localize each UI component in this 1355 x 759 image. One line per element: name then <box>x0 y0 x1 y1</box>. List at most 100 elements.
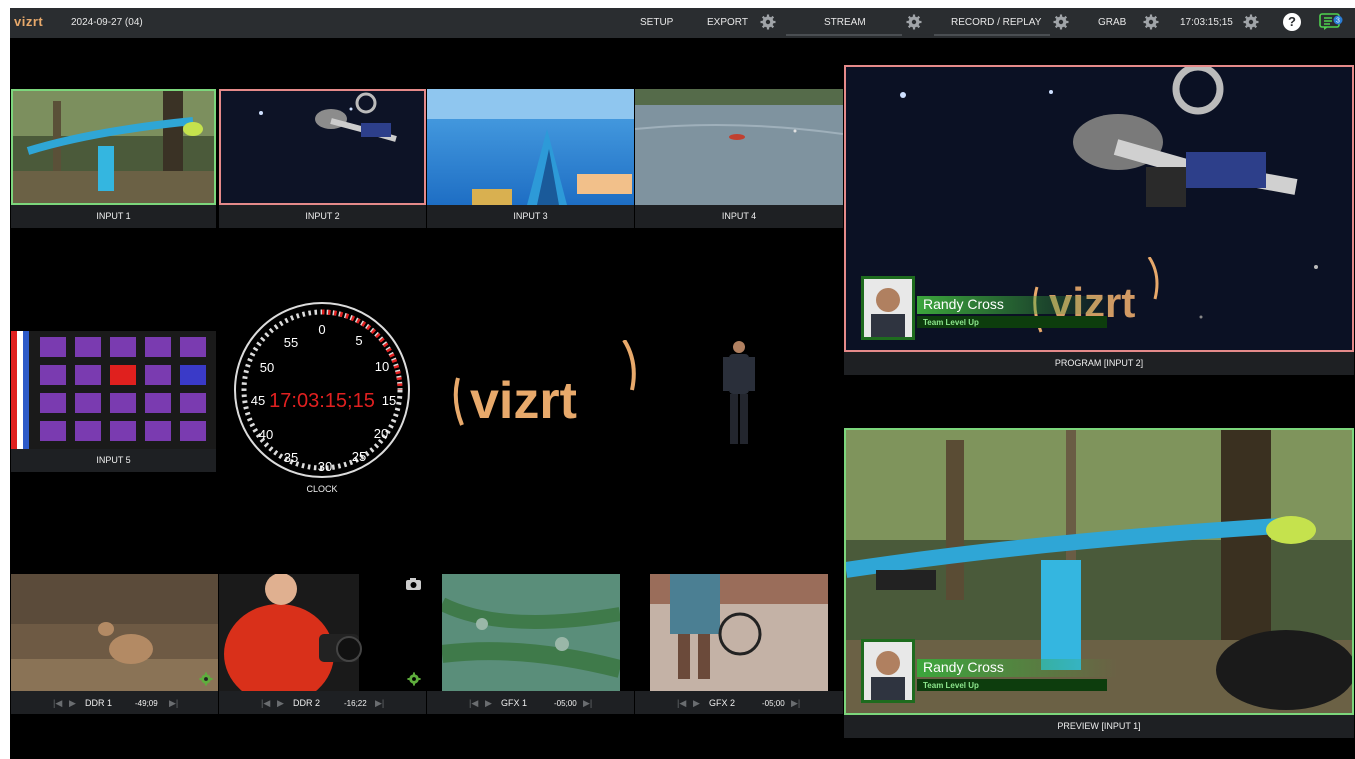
input-1-thumbnail <box>13 91 214 203</box>
input-4-thumbnail <box>635 89 843 205</box>
app-window: vizrt 2024-09-27 (04) SETUP EXPORT STREA… <box>10 8 1355 759</box>
ddr-2-settings-gear-icon[interactable] <box>407 672 421 686</box>
ddr-1-next-icon[interactable]: ▶| <box>169 698 178 709</box>
ddr-2-camera-icon[interactable] <box>406 578 421 590</box>
input-1-monitor[interactable] <box>11 89 216 205</box>
help-icon[interactable]: ? <box>1283 13 1301 31</box>
setup-button[interactable]: SETUP <box>640 17 673 28</box>
program-headshot <box>861 276 915 340</box>
dial-20: 20 <box>374 426 388 441</box>
preview-headshot <box>861 639 915 703</box>
ddr-1-play-icon[interactable]: ▶ <box>69 698 76 709</box>
preview-monitor[interactable]: Randy Cross Team Level Up <box>844 428 1354 715</box>
preview-presenter-subtitle: Team Level Up <box>923 681 979 690</box>
dial-25: 25 <box>352 449 366 464</box>
gfx-2-monitor[interactable] <box>650 574 828 691</box>
clock-dial: 0 5 10 15 20 25 30 35 40 45 50 55 17:03:… <box>234 302 410 478</box>
input-2-label: INPUT 2 <box>219 205 426 228</box>
preview-lower-third: Randy Cross Team Level Up <box>861 639 1121 703</box>
stream-status-bar <box>786 34 902 36</box>
clock-settings-gear-icon[interactable] <box>1243 14 1259 30</box>
system-clock: 17:03:15;15 <box>1180 17 1233 28</box>
dial-15: 15 <box>382 393 396 408</box>
export-settings-gear-icon[interactable] <box>760 14 776 30</box>
clock-time: 17:03:15;15 <box>269 390 375 412</box>
input-5-label: INPUT 5 <box>11 449 216 472</box>
gfx-2-prev-icon[interactable]: |◀ <box>677 698 686 709</box>
ddr-2-next-icon[interactable]: ▶| <box>375 698 384 709</box>
grab-button[interactable]: GRAB <box>1098 17 1126 28</box>
input-5-monitor[interactable] <box>11 331 216 449</box>
vizrt-logo: vizrt <box>14 14 44 29</box>
ddr-2-monitor[interactable] <box>219 574 426 691</box>
gfx-2-thumbnail <box>650 574 828 691</box>
input-5-thumbnail <box>11 331 206 449</box>
input-2-monitor[interactable] <box>219 89 426 205</box>
gfx-2-transport: |◀ ▶ GFX 2 -05;00 ▶| <box>635 691 843 714</box>
gfx-2-time: -05;00 <box>762 699 785 708</box>
notifications-chat-icon[interactable]: 3 <box>1319 13 1343 31</box>
input-3-monitor[interactable] <box>427 89 634 205</box>
preview-presenter-name: Randy Cross <box>923 659 1004 675</box>
gfx-1-play-icon[interactable]: ▶ <box>485 698 492 709</box>
dial-10: 10 <box>375 359 389 374</box>
ddr-2-transport: |◀ ▶ DDR 2 -16;22 ▶| <box>219 691 426 714</box>
gfx-1-monitor[interactable] <box>442 574 620 691</box>
program-label: PROGRAM [INPUT 2] <box>844 352 1354 375</box>
record-replay-button[interactable]: RECORD / REPLAY <box>951 17 1041 28</box>
gfx-1-thumbnail <box>442 574 620 691</box>
dial-50: 50 <box>260 360 274 375</box>
ddr-2-thumbnail <box>219 574 426 691</box>
ddr-1-prev-icon[interactable]: |◀ <box>53 698 62 709</box>
record-settings-gear-icon[interactable] <box>1053 14 1069 30</box>
dial-0: 0 <box>318 322 325 337</box>
input-3-label: INPUT 3 <box>427 205 634 228</box>
notification-count: 3 <box>1336 18 1340 25</box>
presenter-figure <box>723 341 755 444</box>
ddr-1-thumbnail <box>11 574 218 691</box>
dial-45: 45 <box>251 393 265 408</box>
gfx-2-play-icon[interactable]: ▶ <box>693 698 700 709</box>
program-lower-third: Randy Cross Team Level Up <box>861 276 1121 340</box>
center-vizrt-logo: vizrt <box>453 340 636 430</box>
program-monitor[interactable]: vizrt Randy Cross Team Level Up <box>844 65 1354 352</box>
input-4-monitor[interactable] <box>635 89 843 205</box>
export-button[interactable]: EXPORT <box>707 17 748 28</box>
dial-5: 5 <box>355 333 362 348</box>
gfx-1-label: GFX 1 <box>501 698 528 708</box>
input-2-thumbnail <box>221 91 424 203</box>
stream-settings-gear-icon[interactable] <box>906 14 922 30</box>
top-bar: vizrt 2024-09-27 (04) SETUP EXPORT STREA… <box>10 8 1355 38</box>
input-3-thumbnail <box>427 89 634 205</box>
ddr-1-transport: |◀ ▶ DDR 1 -49;09 ▶| <box>11 691 218 714</box>
ddr-2-time: -16;22 <box>344 699 367 708</box>
ddr-1-settings-gear-icon[interactable] <box>199 672 213 686</box>
gfx-2-next-icon[interactable]: ▶| <box>791 698 800 709</box>
program-presenter-name: Randy Cross <box>923 296 1004 312</box>
dial-40: 40 <box>259 427 273 442</box>
dial-55: 55 <box>284 335 298 350</box>
center-vizrt-logo-text: vizrt <box>470 372 577 430</box>
ddr-2-prev-icon[interactable]: |◀ <box>261 698 270 709</box>
grab-settings-gear-icon[interactable] <box>1143 14 1159 30</box>
gfx-2-label: GFX 2 <box>709 698 736 708</box>
gfx-1-time: -05;00 <box>554 699 577 708</box>
ddr-1-label: DDR 1 <box>85 698 113 708</box>
clock-label: CLOCK <box>306 484 338 494</box>
gfx-1-transport: |◀ ▶ GFX 1 -05;00 ▶| <box>427 691 634 714</box>
ddr-2-play-icon[interactable]: ▶ <box>277 698 284 709</box>
gfx-1-prev-icon[interactable]: |◀ <box>469 698 478 709</box>
ddr-1-monitor[interactable] <box>11 574 218 691</box>
input-4-label: INPUT 4 <box>635 205 843 228</box>
session-date: 2024-09-27 (04) <box>71 17 143 28</box>
program-presenter-subtitle: Team Level Up <box>923 318 979 327</box>
dial-30: 30 <box>318 459 332 474</box>
gfx-1-next-icon[interactable]: ▶| <box>583 698 592 709</box>
stream-button[interactable]: STREAM <box>824 17 866 28</box>
ddr-2-label: DDR 2 <box>293 698 321 708</box>
ddr-1-time: -49;09 <box>135 699 158 708</box>
dial-35: 35 <box>284 450 298 465</box>
preview-label: PREVIEW [INPUT 1] <box>844 715 1354 738</box>
clock-monitor[interactable]: 0 5 10 15 20 25 30 35 40 45 50 55 17:03:… <box>232 300 412 480</box>
input-1-label: INPUT 1 <box>11 205 216 228</box>
